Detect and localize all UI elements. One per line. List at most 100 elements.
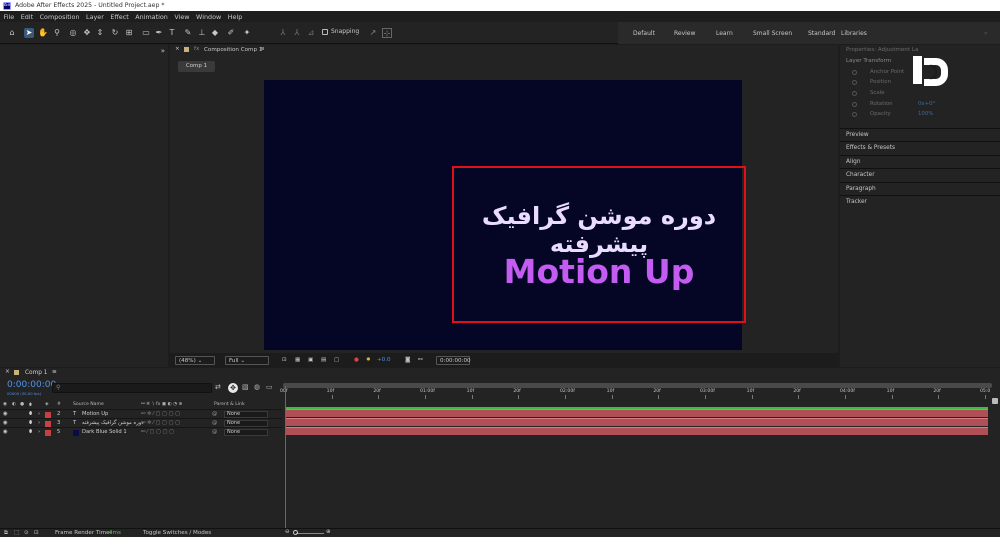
parent-dropdown[interactable]: None [224, 420, 268, 427]
menu-animation[interactable]: Animation [132, 13, 171, 21]
panel-preview[interactable]: Preview [840, 128, 1000, 141]
work-area-end-handle[interactable] [992, 398, 998, 404]
transparency-grid-icon[interactable]: ▦ [295, 356, 300, 365]
visibility-eye-icon[interactable]: ◉ [3, 420, 8, 426]
timeline-tab-label[interactable]: Comp 1 [25, 370, 47, 376]
opacity-value[interactable]: 100% [918, 111, 933, 117]
stopwatch-icon[interactable] [852, 80, 857, 85]
motion-blur-icon[interactable]: ▧ [242, 383, 249, 391]
axis-view-icon[interactable]: ⊿ [306, 28, 316, 38]
lock-icon[interactable]: fx [194, 46, 199, 52]
menu-effect[interactable]: Effect [107, 13, 132, 21]
menu-edit[interactable]: Edit [17, 13, 36, 21]
pen-tool-icon[interactable]: ✒ [154, 28, 164, 38]
expand-arrow-icon[interactable]: › [38, 411, 40, 417]
workspace-libraries[interactable]: Libraries [841, 30, 867, 37]
solo-header-icon[interactable]: ● [20, 402, 24, 407]
lock-icon[interactable]: ⬮ [29, 429, 32, 436]
pan-camera-icon[interactable]: ✥ [82, 28, 92, 38]
layer-row-dark-blue-solid[interactable]: ◉ ⬮ › 5 Dark Blue Solid 1 ⚯ ⁄ ▢ ▢ ▢ ▢ @ … [0, 427, 282, 436]
layer-row-motion-up[interactable]: ◉ ⬮ › 2 T Motion Up ⚯ ✲ ⁄ ▢ ▢ ▢ ▢ @ None [0, 409, 282, 418]
color-management-icon[interactable]: ✹ [366, 356, 371, 365]
expand-arrow-icon[interactable]: › [38, 429, 40, 435]
layer-switches[interactable]: ⚯ ✲ ⁄ ▢ ▢ ▢ ▢ [141, 411, 180, 417]
zoom-in-icon[interactable]: ⊕ [326, 529, 331, 535]
zoom-slider-handle[interactable] [293, 530, 298, 535]
visibility-eye-icon[interactable]: ◉ [3, 411, 8, 417]
work-area-bar[interactable] [283, 383, 992, 388]
rectangle-tool-icon[interactable]: ▭ [141, 28, 151, 38]
timeline-menu-icon[interactable]: ≡ [52, 369, 57, 375]
composition-canvas[interactable]: دوره موشن گرافیک پیشرفته Motion Up [264, 80, 746, 350]
menu-layer[interactable]: Layer [83, 13, 107, 21]
menu-view[interactable]: View [171, 13, 193, 21]
toggle-switches-modes[interactable]: Toggle Switches / Modes [143, 530, 211, 536]
parent-dropdown[interactable]: None [224, 429, 268, 436]
source-name-header[interactable]: Source Name [73, 402, 104, 407]
snap-edge-icon[interactable]: ↗ [368, 28, 378, 38]
close-tab-icon[interactable]: × [175, 46, 180, 52]
hand-tool-icon[interactable]: ✋ [38, 28, 48, 38]
workspace-small-screen[interactable]: Small Screen [753, 30, 792, 37]
layer-bar-motion-up[interactable] [285, 409, 988, 417]
layer-switches[interactable]: ⚯ ⁄ ▢ ▢ ▢ ▢ [141, 429, 174, 435]
pick-whip-icon[interactable]: @ [212, 420, 217, 426]
workspace-review[interactable]: Review [674, 30, 695, 37]
axis-world-icon[interactable]: ⅄ [292, 28, 302, 38]
layer-row-persian-title[interactable]: ◉ ⬮ › 3 T دوره موشن گرافیک پیشرفته ⚯ ✲ ⁄… [0, 418, 282, 427]
lock-icon[interactable]: ⬮ [29, 411, 32, 418]
snapping-checkbox[interactable] [322, 28, 328, 35]
panel-paragraph[interactable]: Paragraph [840, 182, 1000, 195]
axis-local-icon[interactable]: ⅄ [278, 28, 288, 38]
orbit-camera-icon[interactable]: ◎ [68, 28, 78, 38]
time-ruler[interactable] [283, 386, 992, 400]
visibility-eye-icon[interactable]: ◉ [3, 429, 8, 435]
snapshot-icon[interactable]: ◙ [405, 356, 410, 365]
panel-align[interactable]: Align [840, 155, 1000, 168]
expand-arrow-icon[interactable]: › [38, 420, 40, 426]
snap-grid-icon[interactable]: ⊹ [382, 28, 392, 38]
layer-bar-dark-blue-solid[interactable] [285, 427, 988, 435]
in-out-pane-icon[interactable]: ⊙ [24, 530, 29, 536]
exposure-value[interactable]: +0.0 [377, 356, 391, 365]
workspace-default[interactable]: Default [633, 30, 655, 37]
layer-name[interactable]: Dark Blue Solid 1 [82, 429, 127, 435]
snapping-toggle[interactable]: Snapping [322, 28, 359, 35]
graph-editor-icon[interactable]: ◍ [254, 383, 260, 391]
channel-icon[interactable]: ▢ [334, 356, 339, 365]
eraser-tool-icon[interactable]: ◆ [210, 28, 220, 38]
panel-character[interactable]: Character [840, 168, 1000, 181]
collapse-panel-icon[interactable]: » [161, 47, 165, 55]
panel-menu-icon[interactable]: ≡ [260, 46, 265, 52]
composition-tab-label[interactable]: Composition Comp 1 [204, 47, 262, 53]
pick-whip-icon[interactable]: @ [212, 411, 217, 417]
visibility-header-icon[interactable]: ◉ [3, 402, 7, 407]
stopwatch-icon[interactable] [852, 112, 857, 117]
panel-tracker[interactable]: Tracker [840, 195, 1000, 208]
panel-effects-presets[interactable]: Effects & Presets [840, 141, 1000, 154]
color-channels-icon[interactable]: ● [354, 356, 359, 365]
zoom-tool-icon[interactable]: ⚲ [52, 28, 62, 38]
zoom-out-icon[interactable]: ⊖ [285, 529, 290, 535]
rotation-tool-icon[interactable]: ↻ [110, 28, 120, 38]
roto-brush-icon[interactable]: ✐ [226, 28, 236, 38]
playhead[interactable] [285, 386, 286, 528]
rotation-value[interactable]: 0x+0° [918, 101, 935, 107]
render-time-pane-icon[interactable]: ⊡ [34, 530, 39, 536]
rotation-row[interactable]: Rotation 0x+0° [840, 100, 1000, 110]
menu-composition[interactable]: Composition [36, 13, 82, 21]
menu-file[interactable]: File [0, 13, 17, 21]
comp-flowchart-icon[interactable]: ⇄ [215, 383, 221, 391]
menu-help[interactable]: Help [224, 13, 245, 21]
hide-shy-icon[interactable]: ▭ [266, 383, 273, 391]
puppet-pin-icon[interactable]: ✦ [242, 28, 252, 38]
comp-breadcrumb[interactable]: Comp 1 [178, 61, 215, 72]
label-color-swatch[interactable] [45, 411, 51, 418]
layer-name[interactable]: دوره موشن گرافیک پیشرفته [82, 420, 144, 426]
parent-dropdown[interactable]: None [224, 411, 268, 418]
layer-bar-persian-title[interactable] [285, 418, 988, 426]
selection-tool-icon[interactable]: ➤ [24, 28, 34, 38]
more-workspaces-icon[interactable]: » [984, 30, 988, 37]
type-tool-icon[interactable]: T [167, 28, 177, 38]
stopwatch-icon[interactable] [852, 102, 857, 107]
